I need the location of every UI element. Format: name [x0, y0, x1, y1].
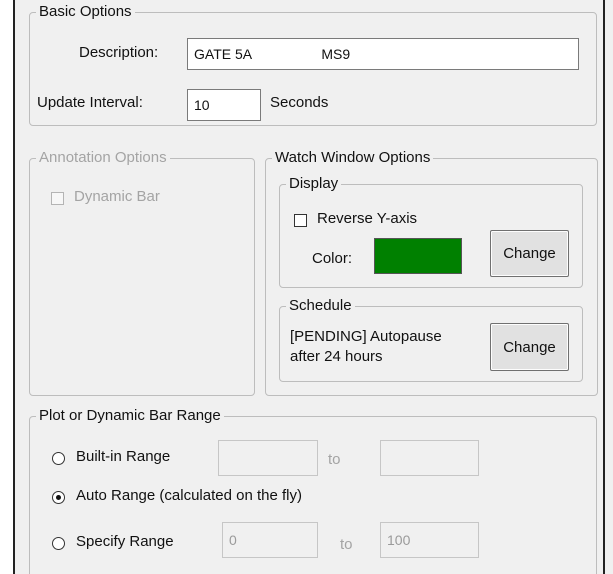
schedule-legend: Schedule: [289, 297, 352, 314]
basic-options-legend: Basic Options: [39, 3, 132, 20]
reverse-y-axis-checkbox[interactable]: [294, 214, 307, 227]
display-legend: Display: [289, 175, 339, 192]
builtin-range-to-label: to: [328, 451, 341, 468]
plot-range-legend: Plot or Dynamic Bar Range: [39, 407, 221, 424]
specify-range-to-field[interactable]: 100: [380, 522, 479, 558]
builtin-range-to-field[interactable]: [380, 440, 479, 476]
color-swatch[interactable]: [374, 238, 462, 274]
dynamic-bar-label: Dynamic Bar: [74, 188, 160, 205]
update-interval-unit: Seconds: [270, 94, 329, 111]
update-interval-field[interactable]: 10: [187, 89, 261, 121]
display-change-button[interactable]: Change: [490, 230, 569, 277]
specify-range-to-label: to: [340, 536, 353, 553]
schedule-change-button[interactable]: Change: [490, 323, 569, 371]
auto-range-radio[interactable]: [52, 491, 65, 504]
description-field[interactable]: GATE 5A MS9: [187, 38, 579, 70]
panel-right-border: [603, 0, 605, 574]
specify-range-from-field[interactable]: 0: [222, 522, 318, 558]
color-label: Color:: [312, 250, 353, 267]
watch-window-options-legend: Watch Window Options: [275, 149, 431, 166]
dynamic-bar-checkbox[interactable]: [51, 192, 64, 205]
reverse-y-axis-label: Reverse Y-axis: [317, 210, 418, 227]
auto-range-radio-dot: [56, 495, 61, 500]
schedule-status-line2: after 24 hours: [290, 348, 383, 365]
specify-range-radio[interactable]: [52, 537, 65, 550]
update-interval-label: Update Interval:: [37, 94, 143, 111]
annotation-options-group: Annotation Options: [29, 150, 255, 396]
schedule-status-line1: [PENDING] Autopause: [290, 328, 442, 345]
auto-range-label: Auto Range (calculated on the fly): [76, 487, 302, 504]
builtin-range-from-field[interactable]: [218, 440, 318, 476]
specify-range-label: Specify Range: [76, 533, 174, 550]
description-label: Description:: [79, 44, 159, 61]
builtin-range-radio[interactable]: [52, 452, 65, 465]
builtin-range-label: Built-in Range: [76, 448, 171, 465]
annotation-options-legend: Annotation Options: [39, 149, 167, 166]
